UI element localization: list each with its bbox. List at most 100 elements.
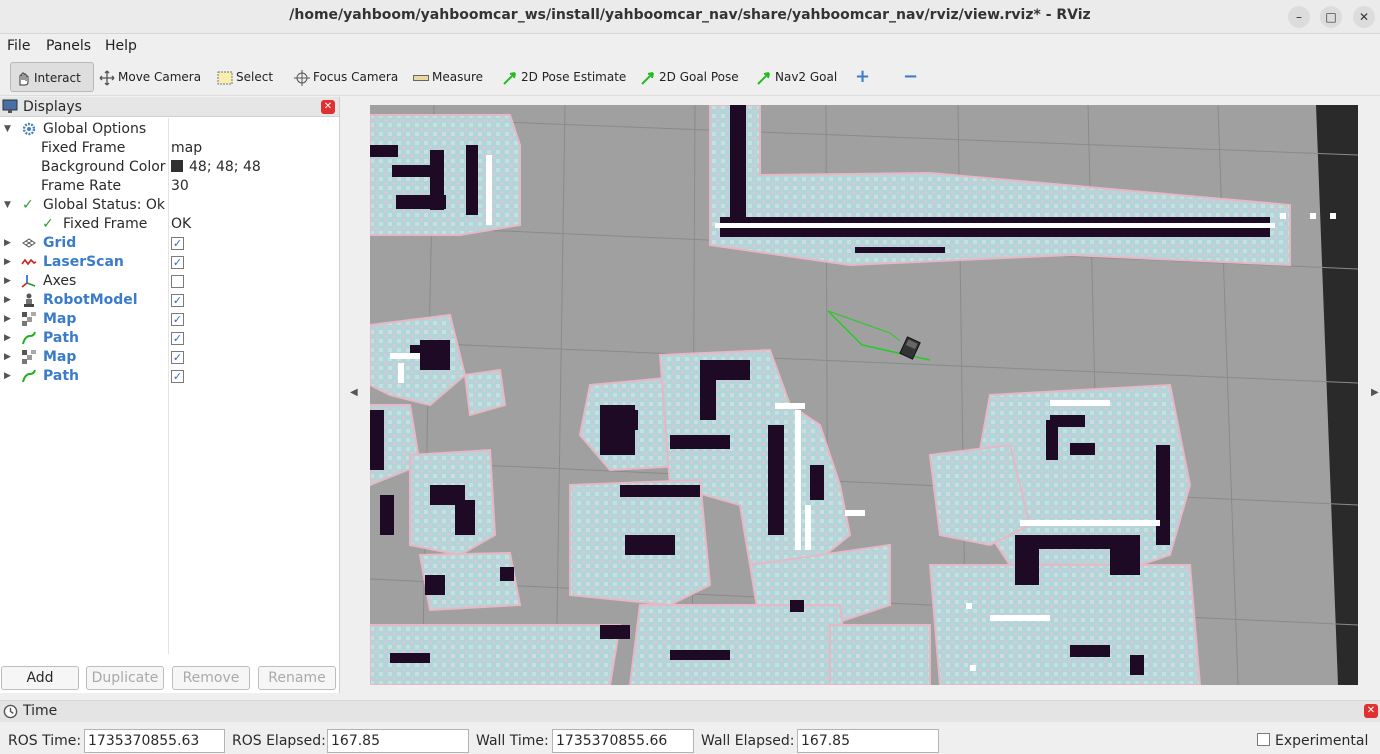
pose-estimate-tool-button[interactable]: 2D Pose Estimate [502, 62, 626, 92]
map-visualization[interactable] [370, 105, 1358, 685]
fixed-frame-value[interactable]: map [171, 139, 202, 158]
rename-display-button[interactable]: Rename [258, 666, 336, 690]
display-item-path[interactable]: ▶ Path ✓ [0, 329, 339, 348]
frame-rate-value[interactable]: 30 [171, 177, 189, 196]
close-window-button[interactable]: ✕ [1353, 6, 1375, 28]
move-arrows-icon [99, 70, 115, 85]
global-status-label: Global Status: Ok [43, 197, 166, 213]
collapse-arrow-icon[interactable]: ▶ [4, 234, 11, 253]
color-swatch [171, 160, 183, 172]
display-checkbox[interactable]: ✓ [171, 332, 184, 345]
path-icon [22, 331, 36, 345]
tree-row-global-options[interactable]: ▼ Global Options [0, 120, 339, 139]
display-item-path-2[interactable]: ▶ Path ✓ [0, 367, 339, 386]
tree-row-global-status[interactable]: ▼ ✓ Global Status: Ok [0, 196, 339, 215]
window-title: /home/yahboom/yahboomcar_ws/install/yahb… [289, 7, 1091, 23]
global-options-label: Global Options [43, 121, 147, 137]
collapse-right-arrow-icon[interactable]: ▶ [1371, 387, 1379, 398]
tree-row-status-fixed-frame[interactable]: ✓ Fixed Frame OK [0, 215, 339, 234]
remove-tool-button[interactable]: − [903, 62, 918, 92]
close-time-panel-icon[interactable]: ✕ [1364, 704, 1378, 718]
maximize-button[interactable]: □ [1320, 6, 1342, 28]
ros-elapsed-field[interactable]: 167.85 [327, 729, 469, 753]
collapse-arrow-icon[interactable]: ▶ [4, 367, 11, 386]
focus-camera-tool-button[interactable]: Focus Camera [294, 62, 398, 92]
collapse-left-arrow-icon[interactable]: ◀ [350, 387, 358, 398]
menu-help[interactable]: Help [105, 38, 137, 54]
focus-camera-label: Focus Camera [313, 70, 399, 84]
green-arrow-icon [757, 71, 770, 85]
collapse-arrow-icon[interactable]: ▶ [4, 329, 11, 348]
display-item-grid[interactable]: ▶ Grid ✓ [0, 234, 339, 253]
robot-icon [24, 293, 34, 307]
tree-row-fixed-frame[interactable]: Fixed Frame map [0, 139, 339, 158]
experimental-checkbox[interactable] [1257, 733, 1270, 746]
display-item-axes[interactable]: ▶ Axes [0, 272, 339, 291]
move-camera-tool-button[interactable]: Move Camera [99, 62, 201, 92]
background-region [1316, 105, 1358, 685]
wall-time-field[interactable]: 1735370855.66 [552, 729, 694, 753]
goal-pose-label: 2D Goal Pose [659, 70, 739, 84]
remove-display-button[interactable]: Remove [172, 666, 250, 690]
wall-elapsed-label: Wall Elapsed: [701, 733, 795, 749]
display-checkbox[interactable]: ✓ [171, 237, 184, 250]
wall-elapsed-field[interactable]: 167.85 [797, 729, 939, 753]
display-checkbox[interactable]: ✓ [171, 370, 184, 383]
collapse-arrow-icon[interactable]: ▶ [4, 291, 11, 310]
display-checkbox[interactable] [171, 275, 184, 288]
background-color-field[interactable]: 48; 48; 48 [171, 158, 261, 177]
close-panel-icon[interactable]: ✕ [321, 100, 335, 114]
display-checkbox[interactable]: ✓ [171, 294, 184, 307]
experimental-label: Experimental [1275, 733, 1369, 749]
displays-panel: Displays ✕ ▼ Global Options Fixed Frame … [0, 97, 340, 693]
display-checkbox[interactable]: ✓ [171, 313, 184, 326]
green-arrow-icon [503, 71, 516, 85]
duplicate-display-button[interactable]: Duplicate [86, 666, 164, 690]
background-color-value: 48; 48; 48 [189, 159, 261, 175]
menu-file[interactable]: File [7, 38, 30, 54]
collapse-arrow-icon[interactable]: ▶ [4, 310, 11, 329]
display-item-map-2[interactable]: ▶ Map ✓ [0, 348, 339, 367]
ros-time-field[interactable]: 1735370855.63 [84, 729, 225, 753]
goal-pose-tool-button[interactable]: 2D Goal Pose [640, 62, 739, 92]
display-label: Path [43, 368, 79, 384]
display-checkbox[interactable]: ✓ [171, 351, 184, 364]
add-tool-button[interactable]: + [855, 62, 870, 92]
select-tool-button[interactable]: Select [217, 62, 273, 92]
display-label: LaserScan [43, 254, 124, 270]
minimize-button[interactable]: – [1288, 6, 1310, 28]
collapse-arrow-icon[interactable]: ▶ [4, 348, 11, 367]
expand-arrow-icon[interactable]: ▼ [4, 120, 11, 139]
display-item-laserscan[interactable]: ▶ LaserScan ✓ [0, 253, 339, 272]
display-checkbox[interactable]: ✓ [171, 256, 184, 269]
tree-row-background-color[interactable]: Background Color 48; 48; 48 [0, 158, 339, 177]
3d-view[interactable] [370, 105, 1358, 685]
add-display-button[interactable]: Add [1, 666, 79, 690]
nav2-goal-label: Nav2 Goal [775, 70, 838, 84]
collapse-arrow-icon[interactable]: ▶ [4, 272, 11, 291]
display-item-map[interactable]: ▶ Map ✓ [0, 310, 339, 329]
nav2-goal-tool-button[interactable]: Nav2 Goal [756, 62, 837, 92]
path-icon [22, 369, 36, 383]
menu-bar: File Panels Help [0, 34, 1380, 58]
ros-time-label: ROS Time: [8, 733, 82, 749]
displays-header: Displays ✕ [0, 97, 339, 117]
display-item-robotmodel[interactable]: ▶ RobotModel ✓ [0, 291, 339, 310]
fixed-frame-label: Fixed Frame [41, 140, 126, 156]
measure-label: Measure [432, 70, 483, 84]
displays-tree: ▼ Global Options Fixed Frame map Backgro… [0, 118, 339, 654]
move-camera-label: Move Camera [118, 70, 202, 84]
collapse-arrow-icon[interactable]: ▶ [4, 253, 11, 272]
measure-tool-button[interactable]: Measure [413, 62, 483, 92]
ruler-icon [413, 74, 429, 81]
expand-arrow-icon[interactable]: ▼ [4, 196, 11, 215]
tree-row-frame-rate[interactable]: Frame Rate 30 [0, 177, 339, 196]
display-label: Map [43, 311, 77, 327]
status-fixed-frame-value: OK [171, 216, 192, 232]
background-color-label: Background Color [41, 159, 166, 175]
time-panel: Time ✕ ROS Time: 1735370855.63 ROS Elaps… [0, 700, 1380, 754]
interact-tool-button[interactable]: Interact [10, 62, 94, 92]
displays-title: Displays [23, 99, 82, 115]
menu-panels[interactable]: Panels [46, 38, 91, 54]
interact-label: Interact [34, 71, 81, 85]
